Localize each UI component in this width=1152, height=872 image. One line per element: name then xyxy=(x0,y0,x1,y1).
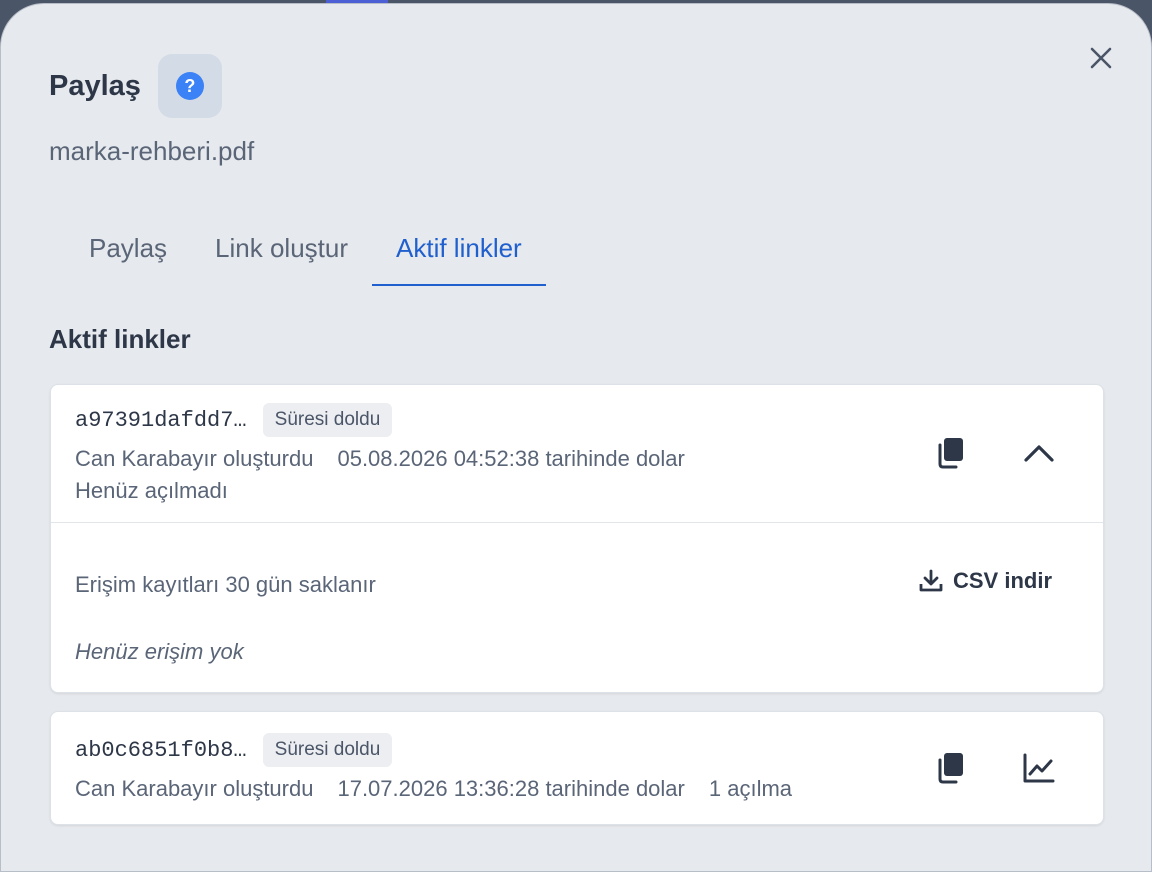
link-card: a97391dafdd7… Süresi doldu Can Karabayır… xyxy=(50,384,1104,693)
link-meta: Can Karabayır oluşturdu 05.08.2026 04:52:… xyxy=(75,446,685,472)
link-header: a97391dafdd7… Süresi doldu xyxy=(75,403,393,437)
copy-icon xyxy=(938,753,963,784)
csv-download-label: CSV indir xyxy=(953,568,1053,593)
chart-line-icon xyxy=(1023,753,1055,783)
tab-share[interactable]: Paylaş xyxy=(65,210,191,286)
dialog-title: Paylaş xyxy=(49,69,141,102)
section-title: Aktif linkler xyxy=(49,324,191,354)
link-header: ab0c6851f0b8… Süresi doldu xyxy=(75,733,393,767)
download-icon xyxy=(919,569,943,592)
close-icon xyxy=(1090,47,1112,69)
help-button[interactable]: ? xyxy=(157,54,222,118)
share-dialog: Paylaş ? marka-rehberi.pdf Paylaş Link o… xyxy=(0,3,1152,872)
link-creator: Can Karabayır oluşturdu xyxy=(75,446,314,471)
empty-access-note: Henüz erişim yok xyxy=(75,639,244,664)
copy-link-button[interactable] xyxy=(928,431,972,475)
link-meta: Can Karabayır oluşturdu 17.07.2026 13:36:… xyxy=(75,776,792,802)
dialog-header: Paylaş ? xyxy=(49,54,222,118)
close-button[interactable] xyxy=(1083,40,1119,76)
link-card: ab0c6851f0b8… Süresi doldu Can Karabayır… xyxy=(50,711,1104,825)
copy-icon xyxy=(938,438,963,469)
help-icon: ? xyxy=(175,72,204,100)
link-expiry: 05.08.2026 04:52:38 tarihinde dolar xyxy=(337,446,685,471)
link-open-count: 1 açılma xyxy=(708,776,793,801)
card-divider xyxy=(51,522,1103,523)
link-id: ab0c6851f0b8… xyxy=(75,737,247,763)
csv-download-button[interactable]: CSV indir xyxy=(919,568,1052,594)
status-badge: Süresi doldu xyxy=(262,403,393,437)
tab-active-links[interactable]: Aktif linkler xyxy=(372,210,546,286)
link-open-count: Henüz açılmadı xyxy=(75,478,228,503)
tab-bar: Paylaş Link oluştur Aktif linkler xyxy=(65,210,546,286)
access-log-note: Erişim kayıtları 30 gün saklanır xyxy=(75,572,376,597)
link-creator: Can Karabayır oluşturdu xyxy=(75,776,314,801)
stats-button[interactable] xyxy=(1017,746,1061,790)
copy-link-button[interactable] xyxy=(928,746,972,790)
collapse-button[interactable] xyxy=(1017,431,1061,475)
tab-create-link[interactable]: Link oluştur xyxy=(191,210,372,286)
link-expiry: 17.07.2026 13:36:28 tarihinde dolar xyxy=(337,776,685,801)
status-badge: Süresi doldu xyxy=(262,733,393,767)
link-id: a97391dafdd7… xyxy=(75,407,247,433)
file-name: marka-rehberi.pdf xyxy=(49,136,255,166)
chevron-up-icon xyxy=(1024,445,1054,462)
